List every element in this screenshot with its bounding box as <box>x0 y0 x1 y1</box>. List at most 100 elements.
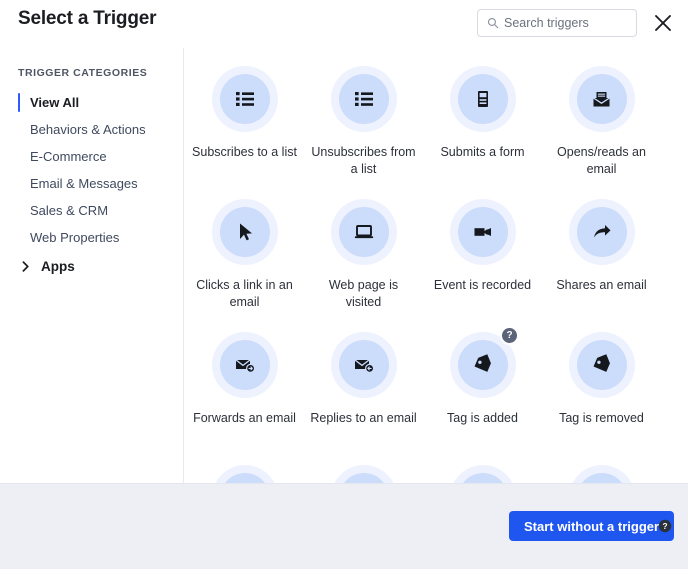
trigger-card-label: Subscribes to a list <box>192 145 297 159</box>
sidebar-item-e-commerce[interactable]: E-Commerce <box>0 143 184 170</box>
trigger-card-label: Opens/reads an email <box>557 145 646 176</box>
share-arrow-icon <box>593 225 610 238</box>
trigger-card-label: Shares an email <box>556 278 647 292</box>
trigger-card-submits-a-form[interactable]: Submits a form <box>423 48 542 181</box>
icon-circle <box>338 340 389 390</box>
trigger-card-forwards-an-email[interactable]: Forwards an email <box>185 314 304 447</box>
trigger-card-tag-is-removed[interactable]: Tag is removed <box>542 314 661 447</box>
trigger-card-label: Web page is visited <box>328 278 399 309</box>
list-icon <box>354 92 373 106</box>
trigger-card-label: Tag is removed <box>559 411 644 425</box>
tag-icon <box>474 354 491 372</box>
icon-circle <box>457 473 508 483</box>
page-title: Select a Trigger <box>18 8 157 29</box>
svg-text:?: ? <box>662 521 667 531</box>
trigger-grid: Subscribes to a list Unsubscribes from a… <box>185 48 688 483</box>
cursor-arrow-icon <box>239 223 252 241</box>
sidebar: TRIGGER CATEGORIES View All Behaviors & … <box>0 48 184 483</box>
trigger-card-subscribes-to-a-list[interactable]: Subscribes to a list <box>185 48 304 181</box>
icon-ring <box>449 465 516 483</box>
search-input[interactable] <box>504 10 630 36</box>
sidebar-item-email-messages[interactable]: Email & Messages <box>0 170 184 197</box>
sidebar-item-label: View All <box>30 95 80 110</box>
trigger-card-replies-to-an-email[interactable]: Replies to an email <box>304 314 423 447</box>
sidebar-item-view-all[interactable]: View All <box>0 89 184 116</box>
trigger-card-web-page-is-visited[interactable]: Web page is visited <box>304 181 423 314</box>
envelope-reply-icon <box>354 359 374 373</box>
trigger-card-label: Unsubscribes from a list <box>311 145 416 176</box>
sidebar-item-web-properties[interactable]: Web Properties <box>0 224 184 251</box>
trigger-card-partial[interactable] <box>542 447 661 483</box>
icon-circle <box>219 340 270 390</box>
trigger-card-event-is-recorded[interactable]: Event is recorded <box>423 181 542 314</box>
icon-circle <box>219 473 270 483</box>
trigger-card-unsubscribes-from-a-list[interactable]: Unsubscribes from a list <box>304 48 423 181</box>
sidebar-category-list: View All Behaviors & Actions E-Commerce … <box>0 89 184 251</box>
icon-circle <box>576 340 627 390</box>
trigger-card-label: Replies to an email <box>310 411 417 425</box>
close-icon <box>655 15 671 31</box>
icon-ring <box>568 332 635 398</box>
tag-icon <box>593 354 610 372</box>
sidebar-item-label: Apps <box>41 259 75 274</box>
icon-circle <box>457 74 508 124</box>
icon-ring <box>330 199 397 265</box>
trigger-card-partial[interactable] <box>423 447 542 483</box>
sidebar-item-sales-crm[interactable]: Sales & CRM <box>0 197 184 224</box>
icon-ring <box>330 465 397 483</box>
sidebar-item-label: Email & Messages <box>30 176 138 191</box>
icon-circle <box>457 340 508 390</box>
sidebar-item-behaviors-actions[interactable]: Behaviors & Actions <box>0 116 184 143</box>
icon-circle <box>576 207 627 257</box>
start-without-trigger-button[interactable]: Start without a trigger <box>509 511 675 541</box>
icon-ring <box>330 66 397 132</box>
trigger-card-partial[interactable] <box>185 447 304 483</box>
modal-footer: Start without a trigger ? <box>0 483 688 569</box>
sidebar-heading: TRIGGER CATEGORIES <box>18 67 148 79</box>
close-button[interactable] <box>651 11 675 35</box>
icon-ring <box>211 66 278 132</box>
list-icon <box>235 92 254 106</box>
open-envelope-icon <box>593 91 610 106</box>
icon-ring <box>568 66 635 132</box>
icon-ring <box>449 199 516 265</box>
sidebar-item-label: Web Properties <box>30 230 120 245</box>
envelope-forward-icon <box>235 359 255 373</box>
icon-ring <box>211 332 278 398</box>
icon-circle <box>576 74 627 124</box>
icon-circle <box>457 207 508 257</box>
trigger-card-label: Forwards an email <box>193 411 296 425</box>
trigger-card-label: Tag is added <box>447 411 518 425</box>
trigger-card-label: Event is recorded <box>433 278 532 292</box>
sidebar-item-apps[interactable]: Apps <box>0 255 184 279</box>
icon-ring <box>568 465 635 483</box>
trigger-grid-panel: Subscribes to a list Unsubscribes from a… <box>185 48 688 483</box>
laptop-icon <box>354 225 373 239</box>
icon-ring <box>211 199 278 265</box>
trigger-card-tag-is-added[interactable]: ? Tag is added <box>423 314 542 447</box>
question-circle-icon[interactable]: ? <box>658 519 672 533</box>
icon-circle <box>219 74 270 124</box>
icon-circle <box>338 207 389 257</box>
sidebar-item-label: Sales & CRM <box>30 203 109 218</box>
sidebar-item-label: Behaviors & Actions <box>30 122 146 137</box>
trigger-card-opens-reads-an-email[interactable]: Opens/reads an email <box>542 48 661 181</box>
help-badge[interactable]: ? <box>500 326 519 345</box>
icon-ring <box>330 332 397 398</box>
icon-circle <box>576 473 627 483</box>
search-triggers-box[interactable] <box>477 9 637 37</box>
trigger-card-shares-an-email[interactable]: Shares an email <box>542 181 661 314</box>
chevron-right-icon <box>22 261 29 272</box>
icon-ring <box>568 199 635 265</box>
icon-ring <box>211 465 278 483</box>
form-icon <box>477 91 488 107</box>
icon-circle <box>338 74 389 124</box>
trigger-card-label: Clicks a link in an email <box>196 278 293 309</box>
trigger-card-partial[interactable] <box>304 447 423 483</box>
video-camera-icon <box>474 228 491 236</box>
modal-header: Select a Trigger <box>0 0 688 48</box>
icon-circle <box>338 473 389 483</box>
sidebar-item-label: E-Commerce <box>30 149 107 164</box>
trigger-card-clicks-a-link-in-an-email[interactable]: Clicks a link in an email <box>185 181 304 314</box>
search-icon <box>487 17 499 29</box>
